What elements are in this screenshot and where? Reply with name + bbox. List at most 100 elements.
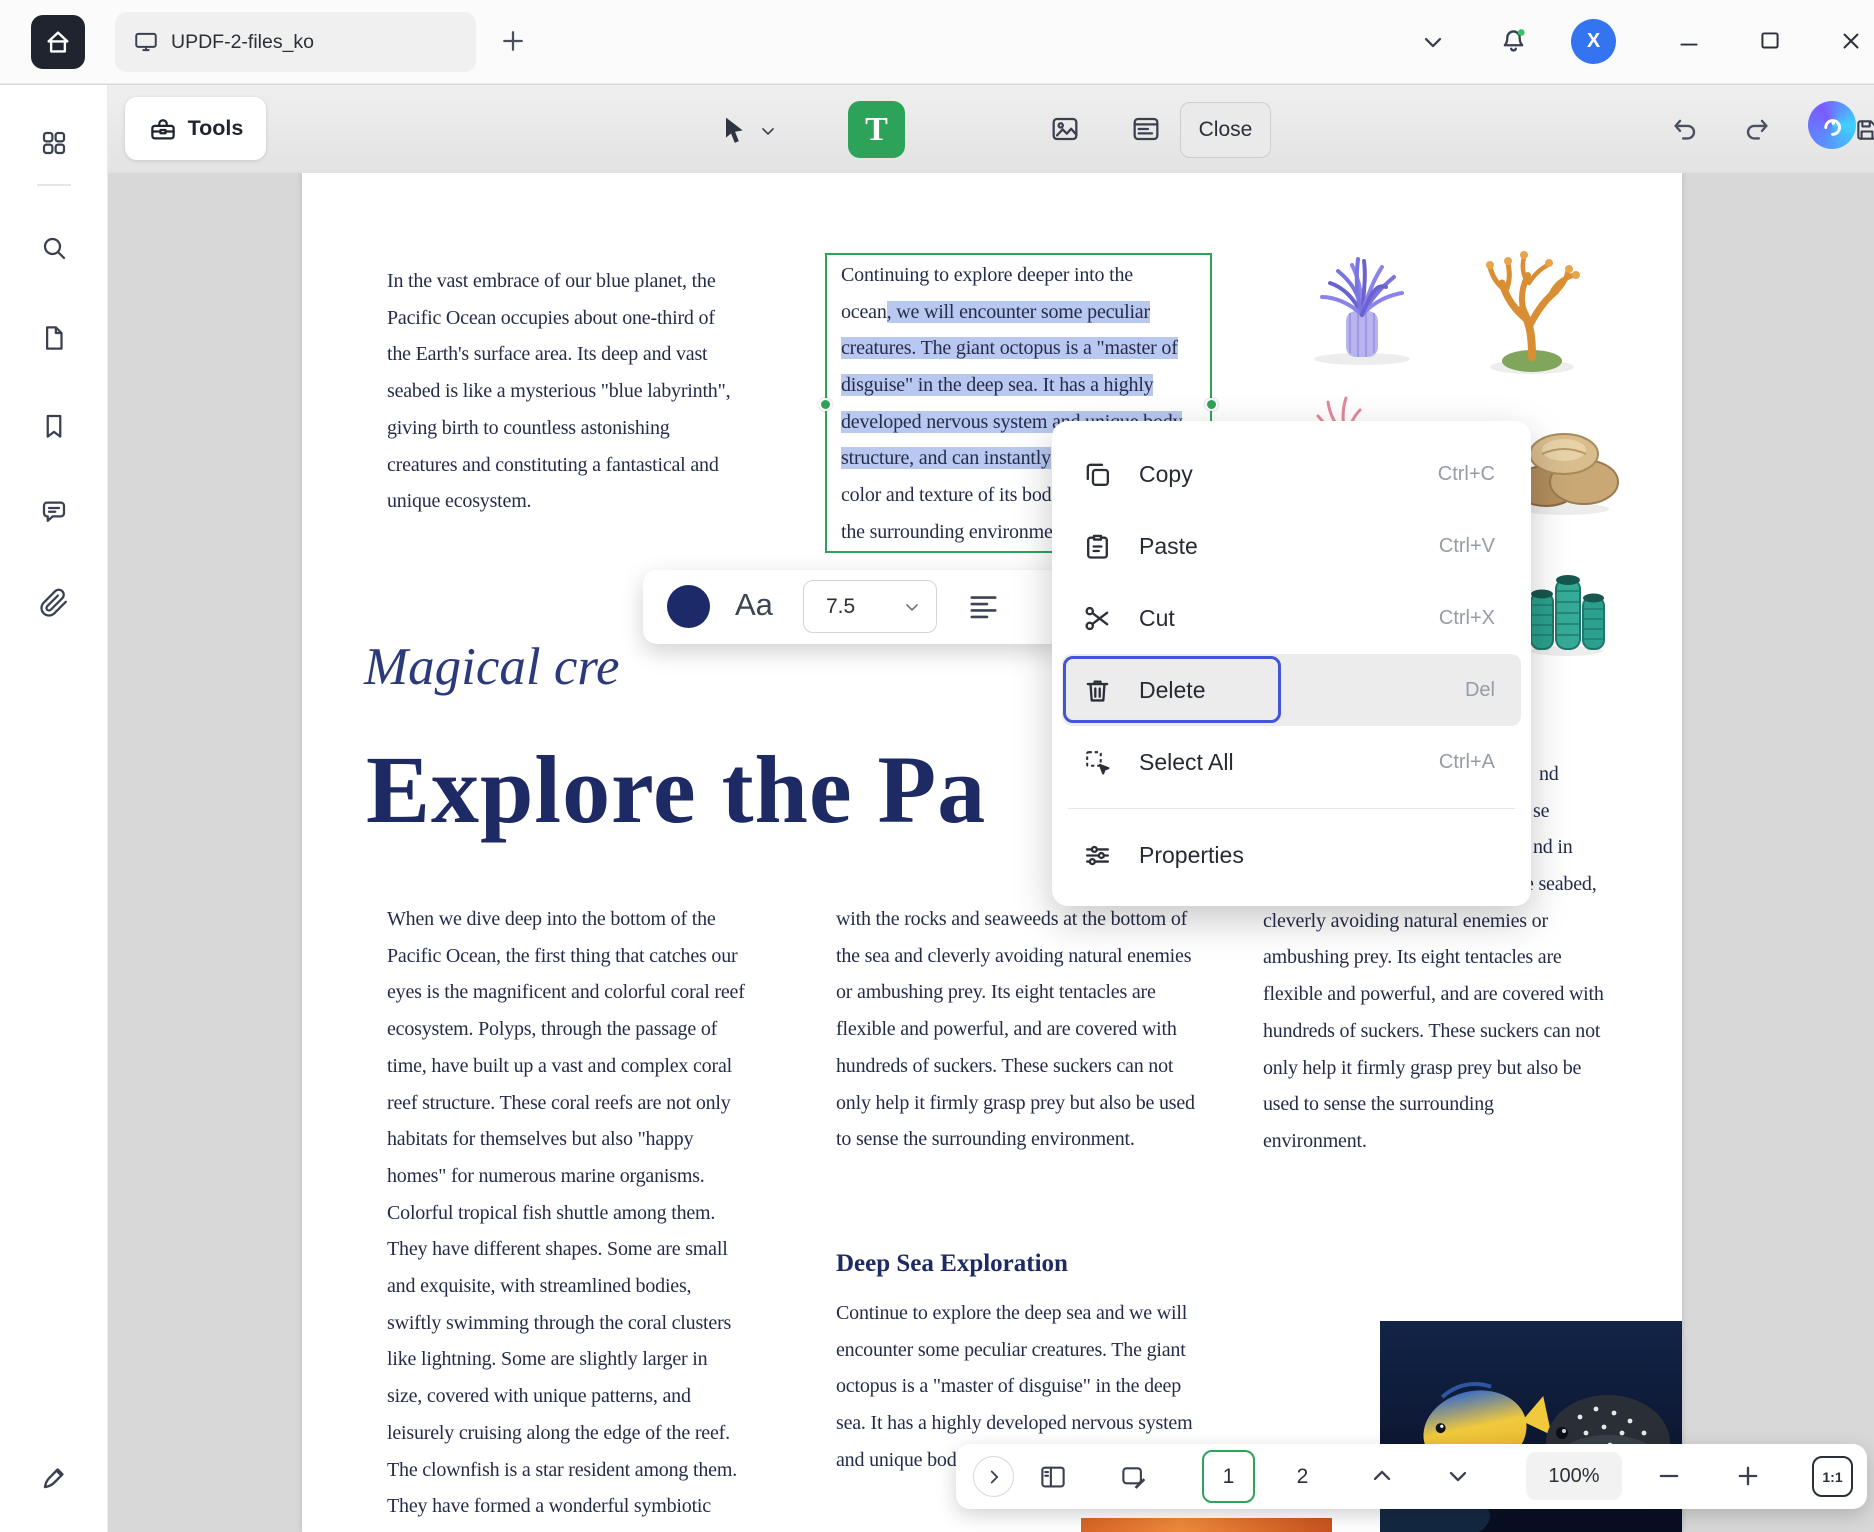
close-edit-button[interactable]: Close	[1180, 102, 1271, 158]
notifications-button[interactable]	[1498, 26, 1529, 57]
right-column-line: used to sense the surrounding	[1263, 1086, 1643, 1123]
zoom-level[interactable]: 100%	[1526, 1452, 1622, 1500]
selection-handle-right[interactable]	[1205, 398, 1218, 411]
search-button[interactable]	[39, 233, 69, 263]
minimize-button[interactable]	[1676, 31, 1702, 57]
properties-icon	[1082, 840, 1113, 871]
image-tool-button[interactable]	[1049, 113, 1081, 145]
menu-item-shortcut: Ctrl+V	[1439, 535, 1495, 558]
actual-size-button[interactable]: 1:1	[1812, 1456, 1853, 1497]
document-icon	[39, 323, 69, 353]
font-size-value: 7.5	[826, 595, 855, 619]
comment-icon	[39, 497, 69, 527]
right-column-line: cleverly avoiding natural enemies or	[1263, 903, 1643, 940]
orange-coral-image[interactable]	[1452, 239, 1613, 376]
tools-label: Tools	[188, 116, 244, 141]
font-size-select[interactable]: 7.5	[803, 580, 937, 633]
menu-item-shortcut: Del	[1465, 679, 1495, 702]
tab-list-button[interactable]	[1419, 28, 1447, 56]
menu-item-properties[interactable]: Properties	[1062, 819, 1521, 891]
signature-pen-icon	[39, 1461, 69, 1493]
pointer-tool-button[interactable]	[720, 105, 820, 157]
cursor-icon	[720, 115, 748, 147]
menu-item-paste[interactable]: Paste Ctrl+V	[1062, 510, 1521, 582]
right-column-line: environment.	[1263, 1123, 1643, 1160]
deep-sea-heading[interactable]: Deep Sea Exploration	[836, 1250, 1068, 1278]
attachments-button[interactable]	[39, 588, 69, 618]
menu-item-label: Properties	[1139, 842, 1244, 869]
form-icon	[1130, 113, 1162, 145]
textbox-line: creatures. The giant octopus is a "maste…	[841, 330, 1196, 367]
plus-icon	[1734, 1462, 1762, 1490]
document-tab[interactable]: UPDF-2-files_ko	[115, 12, 476, 72]
form-tool-button[interactable]	[1130, 113, 1162, 145]
apps-grid-button[interactable]	[39, 128, 69, 158]
paste-icon	[1082, 531, 1113, 562]
comments-button[interactable]	[39, 497, 69, 527]
text-tool-button[interactable]: T	[848, 101, 905, 158]
text-color-swatch[interactable]	[667, 585, 710, 628]
copy-icon	[1082, 459, 1113, 490]
font-style-button[interactable]: Aa	[735, 587, 773, 623]
chevron-down-icon	[1419, 28, 1447, 56]
page-down-button[interactable]	[1444, 1462, 1472, 1490]
pointer-dropdown-chevron-icon[interactable]	[758, 121, 778, 141]
main-toolbar: Tools T	[108, 85, 1874, 173]
thumbnail-panel-button[interactable]	[1038, 1462, 1068, 1492]
script-heading[interactable]: Magical cre	[364, 637, 620, 697]
maximize-icon	[1757, 28, 1783, 54]
annotation-button[interactable]	[1119, 1462, 1149, 1492]
clownfish-photo-edge[interactable]	[1081, 1518, 1332, 1532]
display-heading[interactable]: Explore the Pa	[366, 735, 986, 845]
textbox-line: ocean, we will encounter some peculiar	[841, 294, 1196, 331]
bookmarks-button[interactable]	[39, 411, 69, 441]
align-button[interactable]	[967, 590, 1000, 623]
page-thumbnails-button[interactable]	[39, 323, 69, 353]
chevron-up-icon	[1368, 1462, 1396, 1490]
signature-button[interactable]	[39, 1461, 69, 1491]
monitor-icon	[133, 29, 159, 55]
paperclip-icon	[39, 588, 69, 618]
zoom-in-button[interactable]	[1734, 1462, 1762, 1490]
menu-item-cut[interactable]: Cut Ctrl+X	[1062, 582, 1521, 654]
bookmark-icon	[39, 411, 69, 441]
ai-assistant-button[interactable]	[1808, 101, 1856, 149]
page-up-button[interactable]	[1368, 1462, 1396, 1490]
close-window-button[interactable]	[1838, 28, 1864, 54]
page-button-1[interactable]: 1	[1202, 1450, 1255, 1503]
plus-icon	[498, 26, 528, 56]
undo-button[interactable]	[1670, 114, 1700, 144]
textbox-line: Continuing to explore deeper into the	[841, 257, 1196, 294]
zoom-out-button[interactable]	[1655, 1462, 1683, 1490]
context-menu: Copy Ctrl+C Paste Ctrl+V Cut Ctrl+X Dele…	[1052, 421, 1531, 906]
menu-item-copy[interactable]: Copy Ctrl+C	[1062, 438, 1521, 510]
new-tab-button[interactable]	[498, 26, 528, 56]
right-column-line: hundreds of suckers. These suckers can n…	[1263, 1013, 1643, 1050]
anemone-image[interactable]	[1290, 253, 1433, 367]
tube-coral-image[interactable]	[1525, 571, 1609, 657]
selection-handle-left[interactable]	[819, 398, 832, 411]
page-button-2[interactable]: 2	[1276, 1450, 1329, 1503]
maximize-button[interactable]	[1757, 28, 1783, 54]
sidebar-divider	[37, 184, 71, 186]
chevron-down-icon	[1444, 1462, 1472, 1490]
close-icon	[1838, 28, 1864, 54]
menu-item-delete[interactable]: Delete Del	[1062, 654, 1521, 726]
minus-icon	[1655, 1462, 1683, 1490]
menu-divider	[1068, 808, 1515, 809]
expand-bar-button[interactable]	[973, 1456, 1014, 1497]
intro-paragraph[interactable]: In the vast embrace of our blue planet, …	[387, 263, 743, 520]
coral-paragraph[interactable]: When we dive deep into the bottom of the…	[387, 901, 745, 1532]
octopus-paragraph[interactable]: with the rocks and seaweeds at the botto…	[836, 901, 1196, 1158]
tools-button[interactable]: Tools	[125, 97, 266, 160]
account-avatar[interactable]: X	[1571, 19, 1616, 64]
menu-item-select-all[interactable]: Select All Ctrl+A	[1062, 726, 1521, 798]
format-toolbar: Aa 7.5	[643, 570, 1064, 644]
menu-item-label: Cut	[1139, 605, 1175, 632]
redo-button[interactable]	[1742, 114, 1772, 144]
undo-icon	[1670, 114, 1700, 144]
updf-app-window: UPDF-2-files_ko X	[0, 0, 1874, 1532]
redo-icon	[1742, 114, 1772, 144]
select-all-icon	[1082, 747, 1113, 778]
home-button[interactable]	[31, 15, 85, 69]
